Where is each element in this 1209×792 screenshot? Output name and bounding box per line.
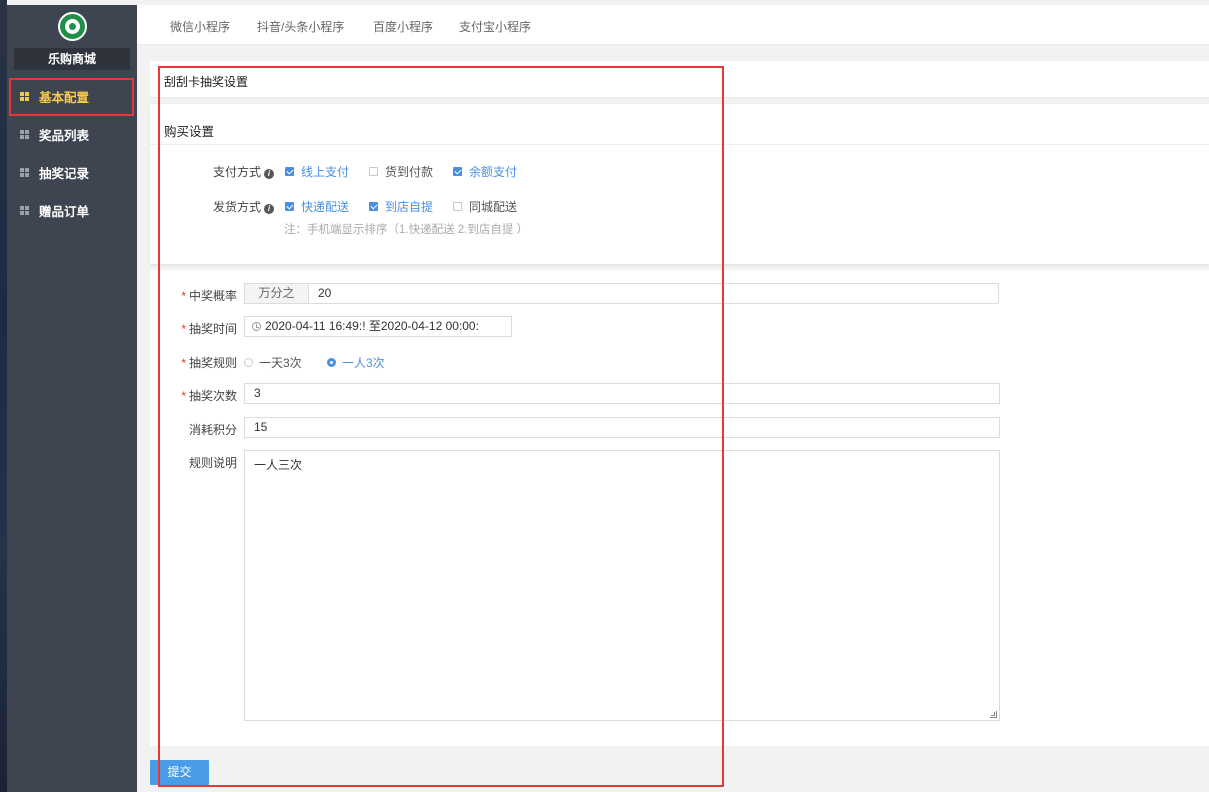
page-header: 刮刮卡抽奖设置: [150, 61, 1209, 98]
tab-wechat[interactable]: 微信小程序: [170, 18, 230, 35]
draw-time-value: 2020-04-11 16:49:! 至2020-04-12 00:00:: [265, 319, 479, 333]
sidebar-item-label: 奖品列表: [39, 128, 90, 143]
info-icon[interactable]: i: [264, 169, 275, 179]
submit-button[interactable]: 提交: [150, 760, 209, 785]
option-online-pay[interactable]: 线上支付: [301, 163, 349, 180]
checkbox-express[interactable]: [285, 202, 294, 211]
option-cod[interactable]: 货到付款: [385, 163, 433, 180]
logo-wrap: [7, 5, 137, 48]
sidebar-item-gift-orders[interactable]: 赠品订单: [7, 191, 137, 229]
payment-method-label: 支付方式 i: [213, 163, 275, 180]
points-cost-input[interactable]: 15: [244, 417, 1000, 438]
win-rate-addon: 万分之: [244, 283, 309, 304]
delivery-method-label: 发货方式 i: [213, 198, 275, 215]
grid-icon: [20, 129, 29, 139]
win-rate-label: * 中奖概率: [181, 289, 237, 303]
rule-desc-value: 一人三次: [254, 458, 303, 472]
checkbox-online-pay[interactable]: [285, 167, 294, 176]
checkbox-same-city[interactable]: [453, 202, 462, 211]
draw-time-label: * 抽奖时间: [181, 322, 237, 336]
sidebar-item-label: 抽奖记录: [39, 166, 90, 181]
rule-desc-textarea[interactable]: 一人三次: [244, 450, 1000, 721]
clock-icon: [252, 322, 261, 331]
sidebar-item-basic-config[interactable]: 基本配置: [7, 77, 137, 116]
draw-count-input[interactable]: 3: [244, 383, 1000, 404]
sidebar-item-label: 基本配置: [39, 90, 90, 105]
points-cost-label: 消耗积分: [188, 423, 237, 437]
draw-count-label: * 抽奖次数: [181, 389, 237, 403]
option-same-city[interactable]: 同城配送: [469, 198, 517, 215]
grid-icon: [20, 205, 29, 215]
grid-icon: [20, 91, 29, 101]
option-per-day[interactable]: 一天3次: [259, 354, 302, 371]
checkbox-pickup[interactable]: [369, 202, 378, 211]
sidebar-item-label: 赠品订单: [39, 204, 90, 219]
background-edge: [0, 0, 7, 792]
lottery-form: * 中奖概率 万分之 20 * 抽奖时间 2020-04-11 16:49:! 至2…: [150, 270, 1209, 746]
option-balance-pay[interactable]: 余额支付: [469, 163, 517, 180]
radio-per-day[interactable]: [244, 358, 253, 367]
checkbox-balance-pay[interactable]: [453, 167, 462, 176]
buy-settings-panel: 购买设置 支付方式 i 线上支付 货到付款 余额支付 发货方式 i 快递配送 到店自…: [150, 104, 1209, 264]
draw-rule-label: * 抽奖规则: [181, 356, 237, 370]
tab-baidu[interactable]: 百度小程序: [373, 18, 433, 35]
checkbox-cod[interactable]: [369, 167, 378, 176]
sidebar-menu: 基本配置 奖品列表 抽奖记录 赠品订单: [7, 77, 137, 229]
buy-settings-title: 购买设置: [164, 125, 215, 139]
option-express[interactable]: 快递配送: [301, 198, 349, 215]
divider: [150, 144, 1209, 145]
shop-logo: [57, 12, 87, 41]
resize-handle[interactable]: [990, 711, 997, 718]
platform-tabs: 微信小程序 抖音/头条小程序 百度小程序 支付宝小程序: [137, 5, 1209, 45]
option-pickup[interactable]: 到店自提: [385, 198, 433, 215]
page-title: 刮刮卡抽奖设置: [164, 75, 249, 89]
draw-time-range-input[interactable]: 2020-04-11 16:49:! 至2020-04-12 00:00:: [244, 316, 512, 337]
grid-icon: [20, 167, 29, 177]
delivery-order-note: 注：手机端显示排序（1.快递配送 2.到店自提 ）: [284, 224, 529, 236]
sidebar-item-draw-records[interactable]: 抽奖记录: [7, 153, 137, 191]
sidebar: 乐购商城 基本配置 奖品列表 抽奖记录 赠品订单: [7, 5, 137, 792]
radio-per-person[interactable]: [327, 358, 336, 367]
info-icon[interactable]: i: [264, 204, 275, 214]
option-per-person[interactable]: 一人3次: [342, 354, 385, 371]
sidebar-item-prize-list[interactable]: 奖品列表: [7, 115, 137, 153]
rule-desc-label: 规则说明: [188, 456, 237, 470]
tab-douyin[interactable]: 抖音/头条小程序: [257, 18, 344, 35]
win-rate-input[interactable]: 20: [308, 283, 999, 304]
shop-name: 乐购商城: [14, 48, 130, 70]
tab-alipay[interactable]: 支付宝小程序: [459, 18, 531, 35]
